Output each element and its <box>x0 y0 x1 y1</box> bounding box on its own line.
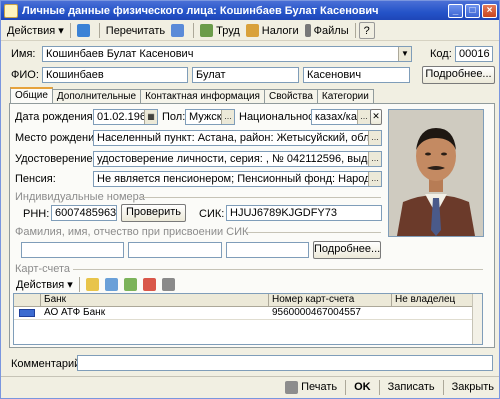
check-button[interactable]: Проверить <box>121 204 186 222</box>
select-icon[interactable]: … <box>368 172 381 186</box>
paperclip-icon <box>304 24 311 37</box>
birthplace-field[interactable]: Населенный пункт: Астана, район: Жетысуй… <box>93 130 382 146</box>
rnn-label: РНН: <box>23 208 50 220</box>
refresh-button[interactable] <box>168 22 190 39</box>
first-name-field[interactable]: Булат <box>192 67 299 83</box>
save-button[interactable]: Записать <box>383 379 440 397</box>
code-field[interactable]: 00016 <box>455 46 493 62</box>
column-header-bank[interactable]: Банк <box>41 294 269 307</box>
files-button[interactable]: Файлы <box>302 22 352 39</box>
column-header-icon <box>14 294 41 307</box>
id-document-field[interactable]: удостоверение личности, серия: , № 04211… <box>93 151 382 167</box>
individual-numbers-section: Индивидуальные номера <box>15 191 145 203</box>
reread-button[interactable]: Перечитать <box>103 22 168 39</box>
cell-bank: АО АТФ Банк <box>44 307 106 318</box>
arrow-left-icon <box>76 24 90 37</box>
cards-actions-menu[interactable]: Действия ▾ <box>13 276 76 293</box>
select-icon[interactable]: … <box>368 131 381 145</box>
select-icon[interactable]: … <box>221 110 234 124</box>
sik-patronymic-field[interactable] <box>226 242 309 258</box>
rnn-field[interactable]: 600748596322 <box>51 205 117 221</box>
sik-fio-section: Фамилия, имя, отчество при присвоении СИ… <box>15 226 249 238</box>
minimize-button[interactable]: _ <box>448 3 463 18</box>
sik-first-name-field[interactable] <box>128 242 222 258</box>
labor-icon <box>200 24 214 37</box>
chevron-down-icon[interactable]: ▼ <box>398 47 411 61</box>
toolbar: Действия ▾ Перечитать Труд Налоги Файлы … <box>1 21 499 41</box>
title-bar: Личные данные физического лица: Кошинбае… <box>1 1 499 20</box>
id-document-label: Удостоверение: <box>15 153 96 165</box>
last-name-field[interactable]: Кошинбаев <box>42 67 188 83</box>
table-row[interactable]: АО АТФ Банк 9560000467004557 <box>14 307 474 320</box>
close-form-button[interactable]: Закрыть <box>447 379 499 397</box>
sex-field[interactable]: Мужско… <box>185 109 235 125</box>
clear-nationality-button[interactable]: ✕ <box>370 109 382 125</box>
column-header-account[interactable]: Номер карт-счета <box>269 294 392 307</box>
printer-icon <box>285 381 299 394</box>
pension-field[interactable]: Не является пенсионером; Пенсионный фонд… <box>93 171 382 187</box>
birth-date-label: Дата рождения: <box>15 111 96 123</box>
refresh-icon <box>171 24 185 37</box>
tab-strip: Общие Дополнительные Контактная информац… <box>10 87 374 104</box>
tab-general[interactable]: Общие <box>10 87 53 103</box>
ok-button[interactable]: OK <box>349 379 376 397</box>
actions-menu[interactable]: Действия ▾ <box>4 22 67 39</box>
sik-field[interactable]: HJUJ6789KJGDFY73 <box>226 205 382 221</box>
cell-account: 9560000467004557 <box>272 307 361 318</box>
tab-properties[interactable]: Свойства <box>263 89 318 103</box>
taxes-icon <box>245 24 259 37</box>
footer-bar: Печать OK Записать Закрыть <box>1 376 499 398</box>
help-button[interactable]: ? <box>358 22 375 39</box>
pension-label: Пенсия: <box>15 173 56 185</box>
copy-row-icon[interactable] <box>104 278 118 291</box>
print-button[interactable]: Печать <box>280 379 342 397</box>
add-row-icon[interactable] <box>85 278 99 291</box>
portrait-image <box>389 110 483 236</box>
cards-toolbar: Действия ▾ <box>13 277 178 292</box>
bank-card-icon <box>19 309 35 317</box>
card-accounts-section: Карт-счета <box>15 263 70 275</box>
card-accounts-table: Банк Номер карт-счета Не владелец АО АТФ… <box>13 293 483 345</box>
column-header-not-owner[interactable]: Не владелец <box>392 294 474 307</box>
delete-row-icon[interactable] <box>142 278 156 291</box>
mark-row-icon[interactable] <box>161 278 175 291</box>
back-button[interactable] <box>74 22 96 39</box>
birthplace-label: Место рождения: <box>15 132 104 144</box>
app-icon <box>4 3 18 18</box>
window: Личные данные физического лица: Кошинбае… <box>0 0 500 399</box>
code-label: Код: <box>430 48 452 60</box>
sex-label: Пол: <box>162 111 186 123</box>
table-scrollbar[interactable] <box>472 294 482 344</box>
name-label: Имя: <box>11 48 36 60</box>
name-field[interactable]: Кошинбаев Булат Касенович ▼ <box>42 46 412 62</box>
tab-contact-info[interactable]: Контактная информация <box>140 89 265 103</box>
cell-not-owner <box>392 307 395 320</box>
sik-more-button[interactable]: Подробнее... <box>313 241 381 259</box>
sik-last-name-field[interactable] <box>21 242 124 258</box>
person-photo <box>388 109 484 237</box>
window-title: Личные данные физического лица: Кошинбае… <box>22 4 379 17</box>
tab-categories[interactable]: Категории <box>316 89 374 103</box>
header-more-button[interactable]: Подробнее... <box>422 66 495 84</box>
close-button[interactable]: × <box>482 3 497 18</box>
birth-date-field[interactable]: 01.02.1963 ▦ <box>93 109 158 125</box>
edit-row-icon[interactable] <box>123 278 137 291</box>
maximize-button[interactable]: □ <box>465 3 480 18</box>
fio-label: ФИО: <box>11 69 39 81</box>
taxes-button[interactable]: Налоги <box>243 22 302 39</box>
labor-button[interactable]: Труд <box>197 22 243 39</box>
nationality-field[interactable]: казах/каз… <box>311 109 371 125</box>
comment-label: Комментарий: <box>11 358 84 370</box>
select-icon[interactable]: … <box>357 110 370 124</box>
calendar-icon[interactable]: ▦ <box>144 110 157 124</box>
select-icon[interactable]: … <box>368 152 381 166</box>
patronymic-field[interactable]: Касенович <box>303 67 410 83</box>
comment-field[interactable] <box>77 355 493 371</box>
sik-label: СИК: <box>199 208 225 220</box>
tab-additional[interactable]: Дополнительные <box>51 89 142 103</box>
